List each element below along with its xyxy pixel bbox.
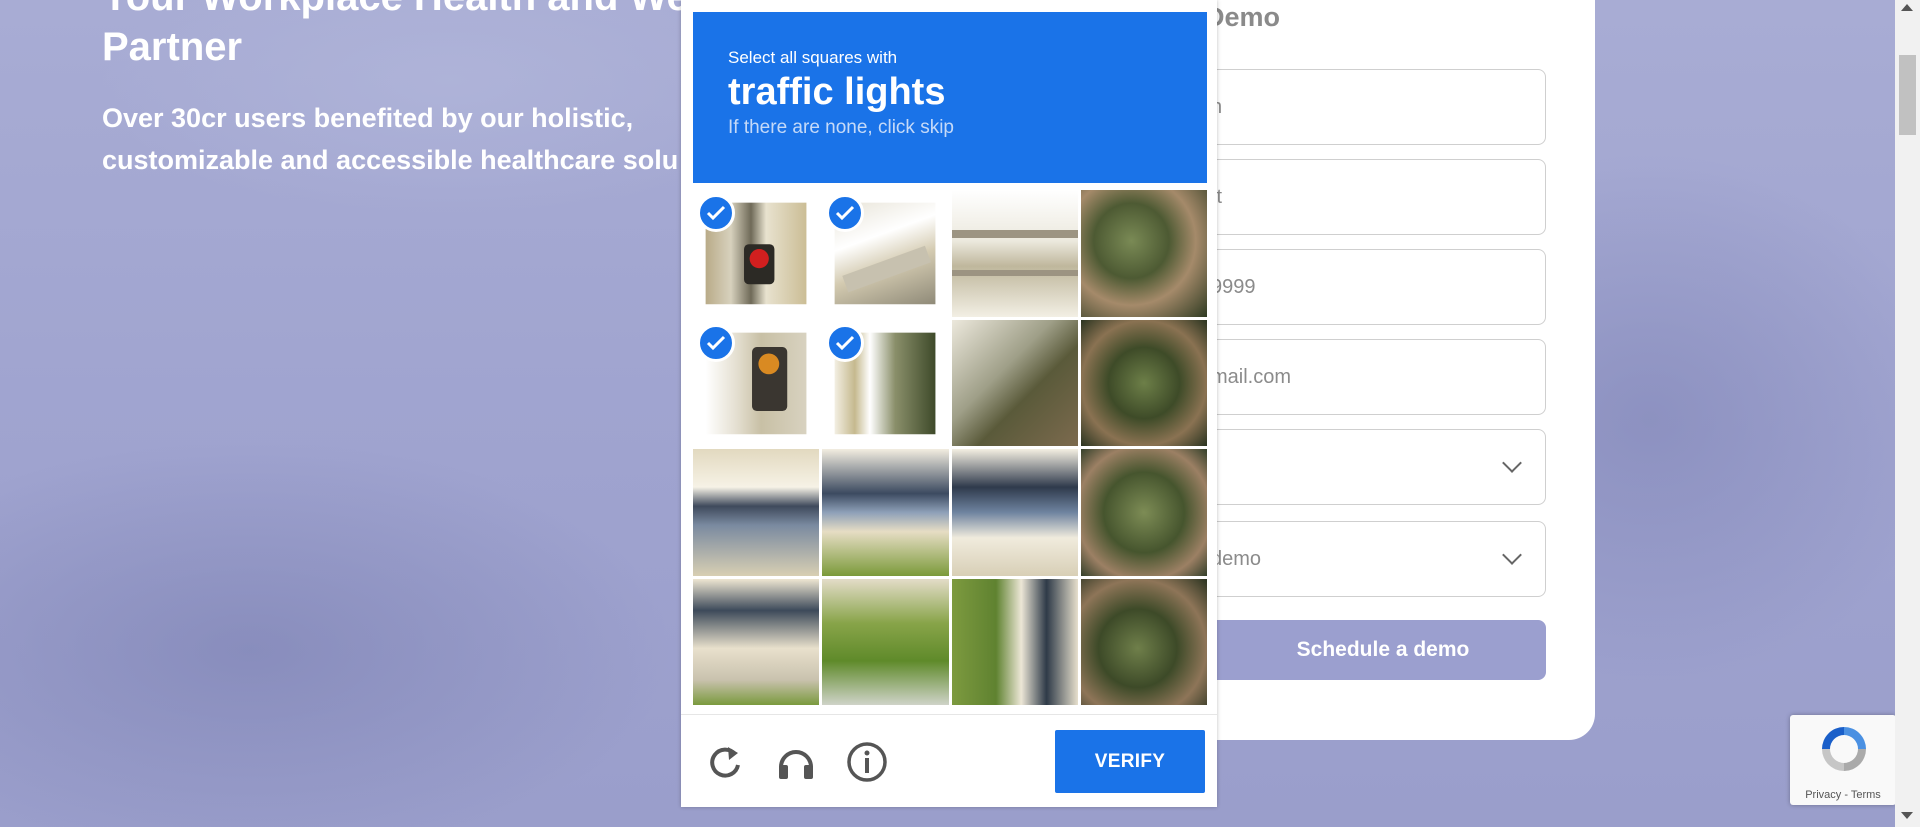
recaptcha-logo-icon bbox=[1822, 727, 1866, 771]
recaptcha-links[interactable]: Privacy - Terms bbox=[1790, 789, 1896, 801]
hero-title-line1: Your Workplace Health and We bbox=[102, 0, 742, 22]
captcha-tile-4[interactable] bbox=[1080, 190, 1207, 317]
email-field-value: mail.com bbox=[1211, 365, 1292, 388]
chevron-down-icon bbox=[1502, 453, 1522, 473]
info-icon[interactable] bbox=[846, 741, 888, 783]
checkmark-icon bbox=[697, 323, 735, 362]
captcha-footer: VERIFY bbox=[681, 714, 1217, 807]
captcha-image-grid bbox=[693, 190, 1207, 705]
hero-subtitle: Over 30cr users benefited by our holisti… bbox=[102, 103, 679, 175]
captcha-challenge: Select all squares with traffic lights I… bbox=[681, 0, 1217, 807]
captcha-tile-8[interactable] bbox=[1080, 319, 1207, 446]
captcha-tile-6[interactable] bbox=[822, 320, 948, 447]
captcha-tile-15[interactable] bbox=[951, 578, 1078, 705]
captcha-tile-10[interactable] bbox=[822, 449, 949, 576]
captcha-tile-11[interactable] bbox=[951, 449, 1078, 576]
captcha-tile-5[interactable] bbox=[693, 320, 819, 447]
captcha-tile-12[interactable] bbox=[1080, 449, 1207, 576]
demo-type-value: demo bbox=[1211, 547, 1262, 570]
captcha-tile-7[interactable] bbox=[951, 319, 1078, 446]
captcha-hint: If there are none, click skip bbox=[728, 117, 954, 138]
captcha-tile-9[interactable] bbox=[693, 449, 820, 576]
captcha-target: traffic lights bbox=[728, 71, 946, 113]
captcha-tile-3[interactable] bbox=[951, 190, 1078, 317]
captcha-header: Select all squares with traffic lights I… bbox=[693, 12, 1207, 183]
scroll-down-icon[interactable] bbox=[1901, 812, 1913, 819]
phone-field-value: 9999 bbox=[1211, 275, 1256, 298]
reload-icon[interactable] bbox=[704, 741, 746, 783]
hero-title-line2: Partner bbox=[102, 25, 243, 69]
chevron-down-icon bbox=[1502, 545, 1522, 565]
checkmark-icon bbox=[826, 194, 865, 232]
captcha-tile-13[interactable] bbox=[693, 578, 820, 705]
scrollbar-thumb[interactable] bbox=[1899, 55, 1916, 135]
audio-icon[interactable] bbox=[775, 741, 817, 783]
captcha-tile-16[interactable] bbox=[1080, 578, 1207, 705]
captcha-tile-1[interactable] bbox=[693, 190, 819, 317]
captcha-tile-2[interactable] bbox=[822, 190, 948, 317]
captcha-tile-14[interactable] bbox=[822, 578, 949, 705]
captcha-instruction: Select all squares with bbox=[728, 48, 898, 67]
verify-button[interactable]: VERIFY bbox=[1055, 730, 1205, 793]
recaptcha-badge[interactable]: Privacy - Terms bbox=[1790, 715, 1896, 805]
checkmark-icon bbox=[697, 194, 735, 232]
hero-title: Your Workplace Health and We Partner bbox=[102, 0, 742, 72]
checkmark-icon bbox=[826, 323, 865, 362]
scroll-up-icon[interactable] bbox=[1901, 4, 1913, 11]
